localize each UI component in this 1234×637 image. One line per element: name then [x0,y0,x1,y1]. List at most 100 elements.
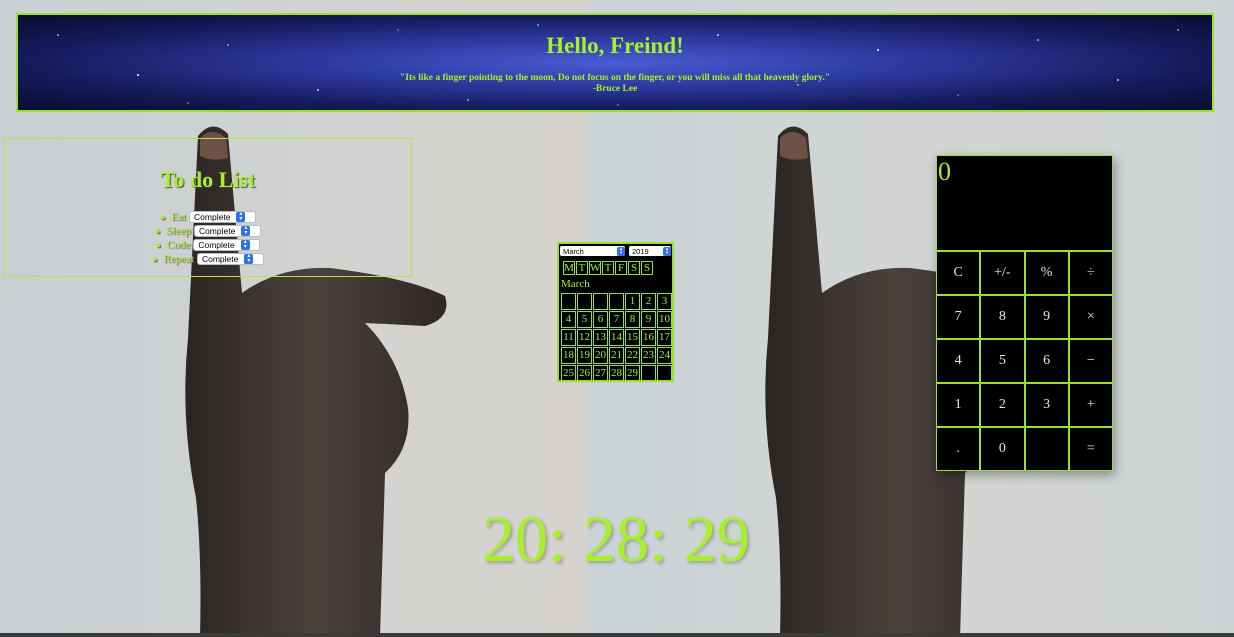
bullet-icon: ● [155,226,161,236]
calendar-day-cell[interactable]: 29 [625,365,640,382]
calendar-day-cell[interactable]: 6 [593,311,608,328]
month-select-value: March [563,246,584,256]
todo-item: ● Code Complete ▴ ▾ [5,238,411,252]
calendar-day-cell[interactable]: 5 [577,311,592,328]
calendar-day-cell[interactable]: 7 [609,311,624,328]
todo-status-select[interactable]: Complete ▴ ▾ [189,211,257,223]
bullet-icon: ● [155,240,162,250]
calendar-day-cell[interactable]: 21 [609,347,624,364]
calculator-display: 0 [936,155,1113,251]
weekday-label: M [563,261,575,275]
calendar-selects: March ▴ ▾ 2019 ▴ ▾ [560,246,671,256]
month-select[interactable]: March ▴ ▾ [560,246,625,256]
calendar-day-cell[interactable]: 2 [641,293,656,310]
calendar-day-cell[interactable]: 9 [641,311,656,328]
calc-key-sign-toggle[interactable]: +/- [980,251,1025,295]
calendar-day-cell[interactable]: 23 [641,347,656,364]
year-select[interactable]: 2019 ▴ ▾ [629,246,671,256]
todo-status-select[interactable]: Complete ▴ ▾ [193,225,261,237]
calendar-day-cell[interactable]: 18 [561,347,576,364]
calc-key-digit-8[interactable]: 8 [980,295,1025,339]
select-arrows-icon: ▴ ▾ [244,253,254,264]
calculator-widget: 0 C +/-% ÷ 7 8 9 × 4 5 6−1 2 3 +. 0 = [936,155,1113,471]
calendar-day-cell[interactable]: 8 [625,311,640,328]
calendar-empty-cell [577,293,592,310]
select-arrows-icon: ▴ ▾ [663,246,671,256]
calendar-day-cell[interactable]: 24 [657,347,672,364]
todo-status-select[interactable]: Complete ▴ ▾ [196,253,264,265]
calendar-day-cell[interactable]: 13 [593,329,608,346]
todo-status-value: Complete [194,212,231,222]
calculator-keypad: C +/-% ÷ 7 8 9 × 4 5 6− 1 2 3 +. 0 = [936,251,1113,471]
calc-key-clear[interactable]: C [936,251,981,295]
calendar-month-label: March [561,278,590,290]
select-arrows-icon: ▴ ▾ [240,239,250,250]
calendar-day-cell[interactable]: 1 [625,293,640,310]
calc-key-digit-2[interactable]: 2 [980,383,1025,427]
calc-key-digit-6[interactable]: 6 [1024,339,1069,383]
calc-key-multiply[interactable]: × [1068,295,1113,339]
calc-key-equals[interactable]: = [1068,427,1113,471]
calc-key-digit-7[interactable]: 7 [936,295,981,339]
calendar-day-cell[interactable]: 3 [657,293,672,310]
bullet-icon: ● [159,212,166,222]
todo-status-select[interactable]: Complete ▴ ▾ [193,239,261,251]
calendar-day-cell[interactable]: 15 [625,329,640,346]
todo-status-value: Complete [201,254,239,264]
weekday-label: T [576,261,588,275]
calc-key-digit-1[interactable]: 1 [936,383,981,427]
quote-block: "Its like a finger pointing to the moon,… [18,73,1212,95]
weekday-label: T [602,261,614,275]
calendar-day-grid: 1 2 3 4 5 6 7 8 9 10 11 12 13 14 15 16 17 18 19 20 21 22 23 24 2… [561,293,672,382]
calendar-day-cell[interactable]: 12 [577,329,592,346]
weekday-header: M T W T F S S [563,261,654,275]
todo-item-label: Code [167,239,191,251]
calendar-day-cell[interactable]: 20 [593,347,608,364]
calendar-empty-cell [657,365,672,382]
weekday-label: F [615,261,627,275]
calendar-day-cell[interactable]: 25 [561,365,576,382]
window-bottom-edge [0,633,1234,637]
todo-status-value: Complete [198,240,235,250]
weekday-label: S [628,261,640,275]
calc-key-digit-4[interactable]: 4 [936,339,981,383]
year-select-value: 2019 [632,246,649,256]
header-banner: Hello, Freind! "Its like a finger pointi… [16,13,1214,112]
calendar-day-cell[interactable]: 10 [657,311,672,328]
calendar-widget: March ▴ ▾ 2019 ▴ ▾ M T W T F S S March 123… [557,242,674,382]
calendar-day-cell[interactable]: 26 [577,365,592,382]
todo-item: ● Eat Complete ▴ ▾ [5,210,411,224]
calc-key-divide[interactable]: ÷ [1068,251,1113,295]
calendar-day-cell[interactable]: 17 [657,329,672,346]
calendar-day-cell[interactable]: 28 [609,365,624,382]
digital-clock: 20: 28: 29 [482,503,750,576]
select-arrows-icon: ▴ ▾ [241,225,251,236]
calendar-day-cell[interactable]: 27 [593,365,608,382]
calc-key-digit-5[interactable]: 5 [980,339,1025,383]
todo-title: To do List [160,167,256,192]
calendar-day-cell[interactable]: 4 [561,311,576,328]
calendar-empty-cell [593,293,608,310]
greeting-title: Hello, Freind! [546,33,684,58]
calendar-empty-cell [641,365,656,382]
calc-key-digit-9[interactable]: 9 [1024,295,1069,339]
calendar-day-cell[interactable]: 16 [641,329,656,346]
todo-item-label: Repeat [163,253,194,265]
calc-key-add[interactable]: + [1068,383,1113,427]
calc-key-digit-0[interactable]: 0 [980,427,1025,471]
calc-key-blank [1024,427,1069,471]
calendar-day-cell[interactable]: 14 [609,329,624,346]
calc-key-subtract[interactable]: − [1068,339,1113,383]
todo-item: ● Repeat Complete ▴ ▾ [5,252,411,266]
calendar-day-cell[interactable]: 22 [625,347,640,364]
calendar-day-cell[interactable]: 19 [577,347,592,364]
bullet-icon: ● [152,254,158,264]
calc-key-digit-3[interactable]: 3 [1024,383,1069,427]
calc-key-percent[interactable]: % [1024,251,1069,295]
calc-key-decimal[interactable]: . [936,427,981,471]
weekday-label: S [641,261,653,275]
calendar-day-cell[interactable]: 11 [561,329,576,346]
todo-item: ● Sleep Complete ▴ ▾ [5,224,411,238]
todo-item-label: Sleep [166,225,191,237]
todo-list: ● Eat Complete ▴ ▾ ● Sleep Complete ▴ ▾ ● … [5,210,411,266]
